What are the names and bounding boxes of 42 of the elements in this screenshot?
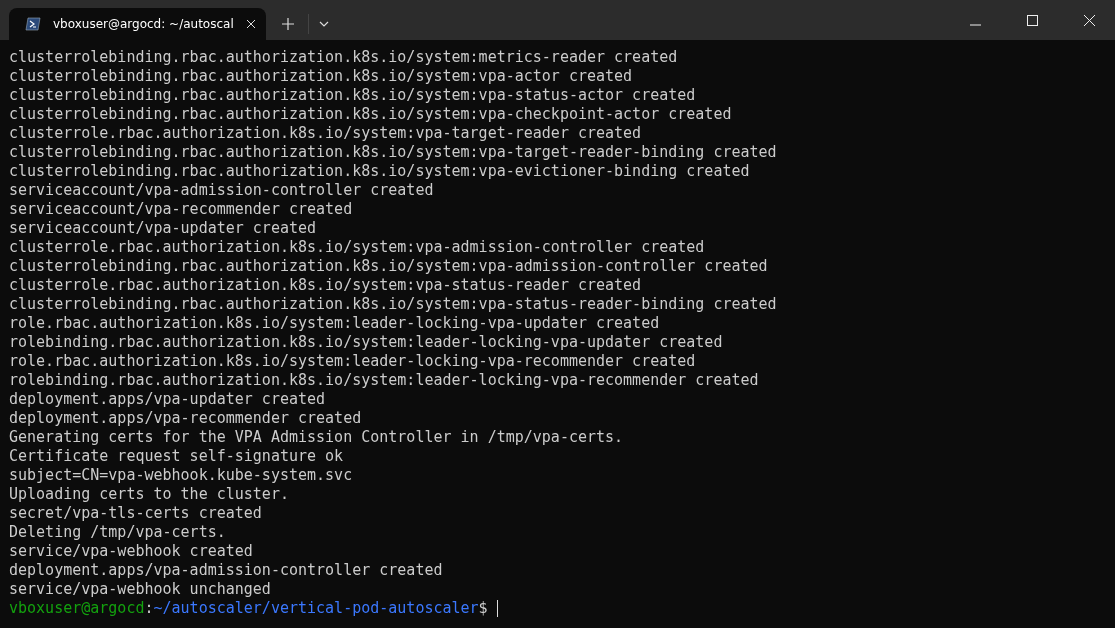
output-line: clusterrole.rbac.authorization.k8s.io/system:vpa-admission-controller created [9, 238, 706, 257]
output-line: service/vpa-webhook unchanged [9, 580, 272, 599]
tab-title: vboxuser@argocd: ~/autoscal [53, 17, 234, 31]
output-line: serviceaccount/vpa-updater created [9, 219, 318, 238]
prompt-symbol: $ [478, 599, 488, 618]
output-line: Generating certs for the VPA Admission Controller in /tmp/vpa-certs. [9, 428, 625, 447]
output-line: clusterrolebinding.rbac.authorization.k8s.io/system:vpa-actor created [9, 67, 634, 86]
text-cursor [496, 600, 498, 617]
output-line: deployment.apps/vpa-admission-controller created [9, 561, 444, 580]
output-line: rolebinding.rbac.authorization.k8s.io/system:leader-locking-vpa-recommender created [9, 371, 760, 390]
output-line: clusterrolebinding.rbac.authorization.k8s.io/system:vpa-evictioner-binding created [9, 162, 751, 181]
prompt-user-host: vboxuser@argocd [9, 599, 145, 618]
output-line: serviceaccount/vpa-recommender created [9, 200, 354, 219]
close-tab-icon[interactable] [245, 19, 256, 29]
prompt-path: ~/autoscaler/vertical-pod-autoscaler [153, 599, 479, 618]
close-icon[interactable] [1084, 15, 1095, 26]
output-line: clusterrolebinding.rbac.authorization.k8s.io/system:vpa-status-reader-binding created [9, 295, 778, 314]
output-line: clusterrole.rbac.authorization.k8s.io/system:vpa-status-reader created [9, 276, 643, 295]
terminal-icon [25, 17, 41, 31]
output-line: Certificate request self-signature ok [9, 447, 345, 466]
output-line: clusterrolebinding.rbac.authorization.k8s.io/system:vpa-status-actor created [9, 86, 697, 105]
output-line: secret/vpa-tls-certs created [9, 504, 263, 523]
output-line: clusterrolebinding.rbac.authorization.k8s.io/system:vpa-target-reader-binding created [9, 143, 778, 162]
maximize-icon[interactable] [1027, 15, 1038, 26]
new-tab-icon[interactable] [281, 18, 294, 30]
prompt-separator: : [144, 599, 154, 618]
output-line: role.rbac.authorization.k8s.io/system:leader-locking-vpa-updater created [9, 314, 661, 333]
output-line: service/vpa-webhook created [9, 542, 254, 561]
output-line: rolebinding.rbac.authorization.k8s.io/system:leader-locking-vpa-updater created [9, 333, 724, 352]
output-line: deployment.apps/vpa-recommender created [9, 409, 363, 428]
output-line: role.rbac.authorization.k8s.io/system:leader-locking-vpa-recommender created [9, 352, 697, 371]
terminal-tab[interactable]: vboxuser@argocd: ~/autoscal [9, 8, 266, 40]
dropdown-icon[interactable] [318, 21, 329, 27]
output-line: clusterrolebinding.rbac.authorization.k8s.io/system:vpa-admission-controller created [9, 257, 769, 276]
output-line: clusterrolebinding.rbac.authorization.k8s.io/system:vpa-checkpoint-actor created [9, 105, 733, 124]
output-line: clusterrolebinding.rbac.authorization.k8s.io/system:metrics-reader created [9, 48, 679, 67]
output-line: Uploading certs to the cluster. [9, 485, 290, 504]
output-line: deployment.apps/vpa-updater created [9, 390, 327, 409]
output-line: Deleting /tmp/vpa-certs. [9, 523, 227, 542]
output-line: subject=CN=vpa-webhook.kube-system.svc [9, 466, 354, 485]
output-line: clusterrole.rbac.authorization.k8s.io/system:vpa-target-reader created [9, 124, 643, 143]
output-line: serviceaccount/vpa-admission-controller created [9, 181, 435, 200]
